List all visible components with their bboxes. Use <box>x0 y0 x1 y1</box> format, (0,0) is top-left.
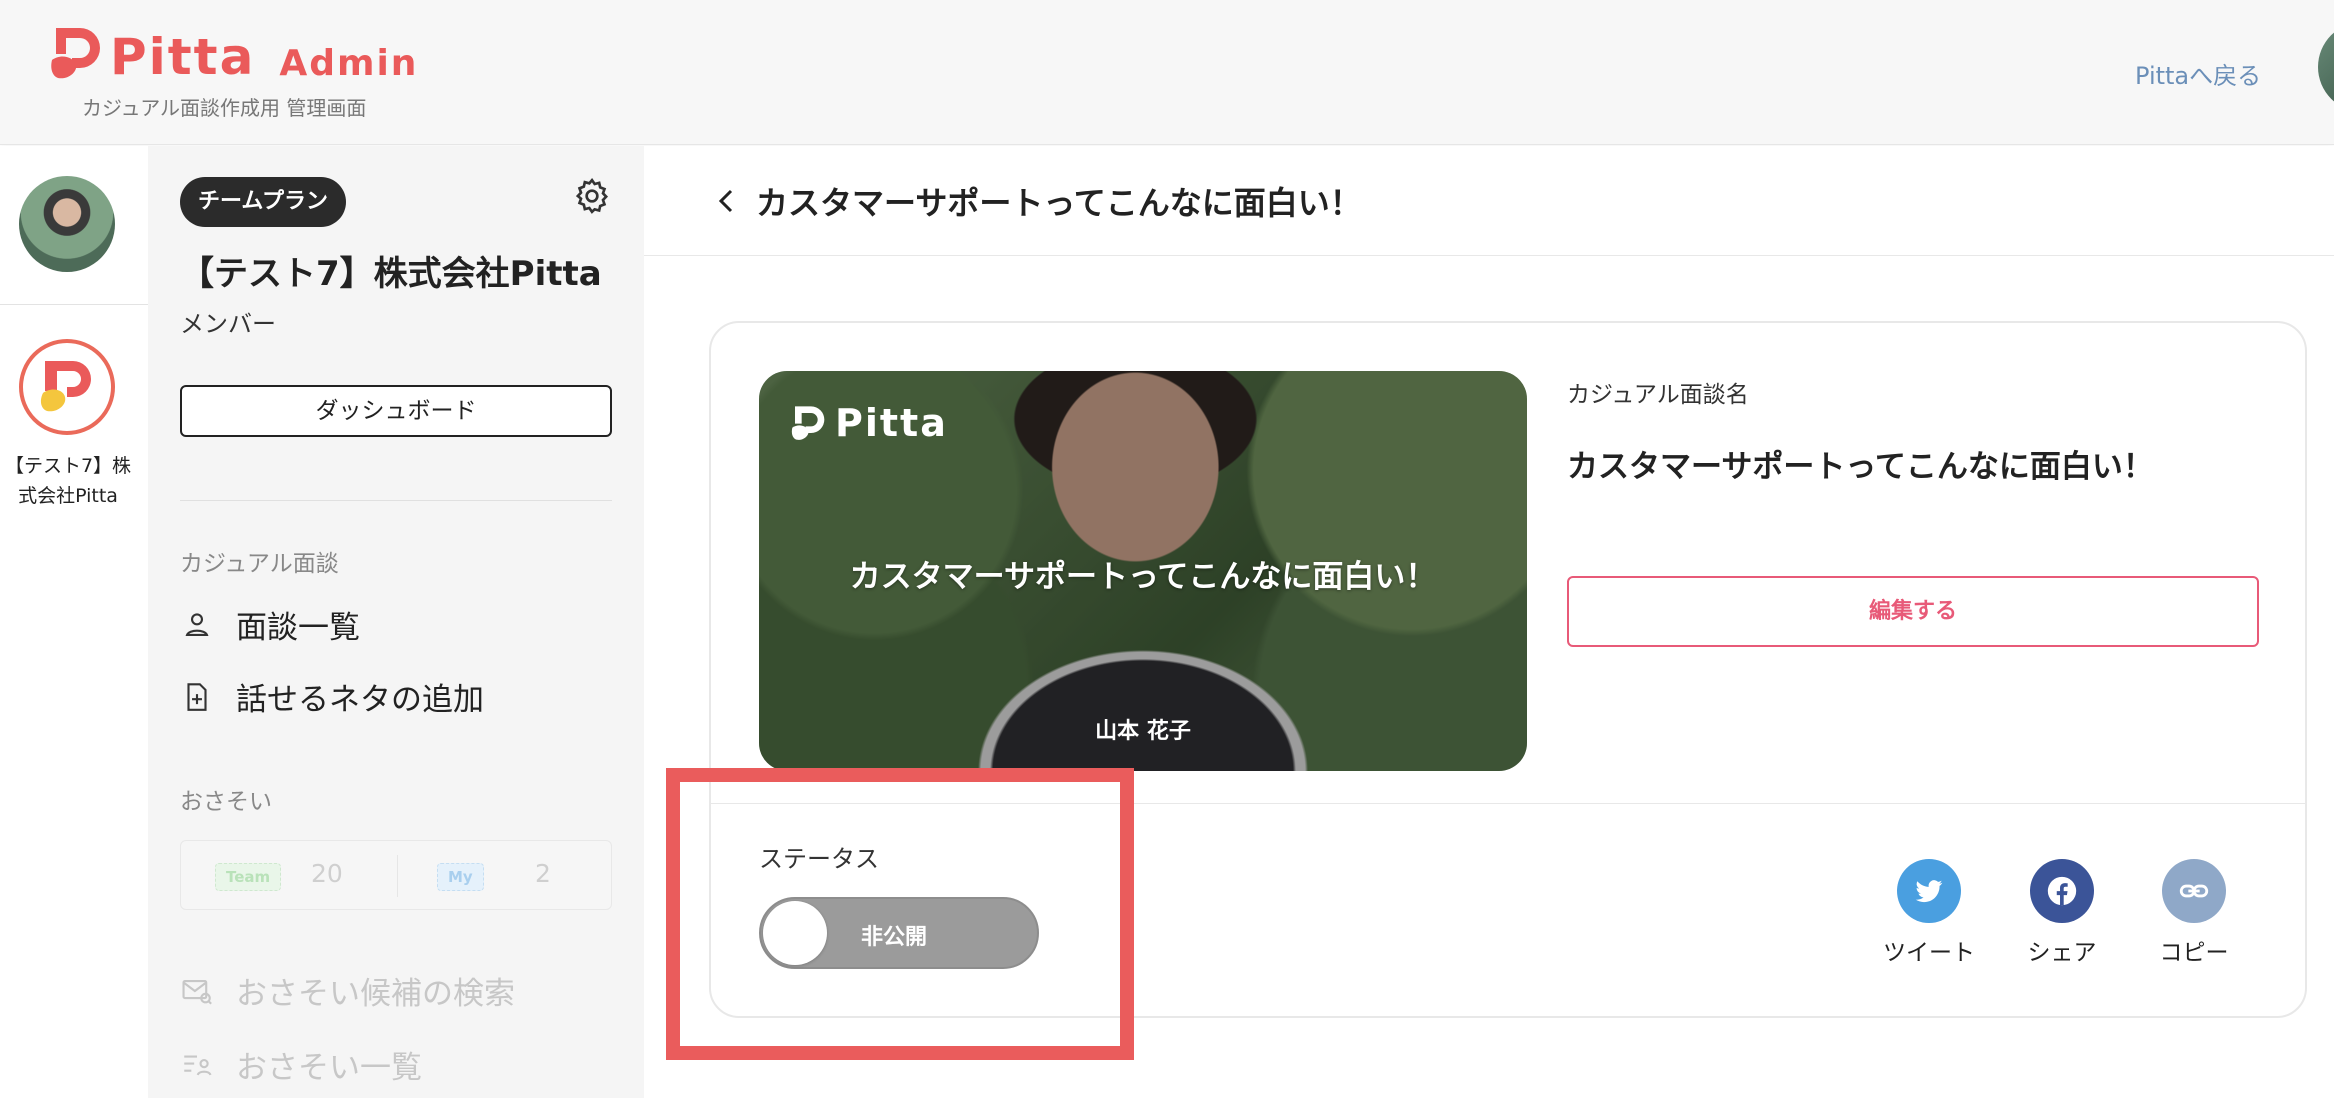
interview-name-label: カジュアル面談名 <box>1567 382 1749 408</box>
copy-label: コピー <box>2159 940 2229 966</box>
facebook-share-button[interactable]: シェア <box>2007 859 2117 967</box>
company-icon[interactable] <box>19 339 115 435</box>
brand-name: Pitta <box>110 28 256 86</box>
person-icon <box>180 608 214 642</box>
interview-thumbnail: Pitta カスタマーサポートってこんなに面白い！ 山本 花子 <box>759 371 1527 771</box>
company-label: 【テスト7】株式会社Pitta <box>4 455 132 507</box>
pitta-logo-icon <box>50 24 104 82</box>
nav-add-topic-label: 話せるネタの追加 <box>236 682 484 718</box>
osasoi-my-tag: My <box>437 863 484 891</box>
osasoi-divider <box>397 855 398 897</box>
gear-icon[interactable] <box>572 176 612 216</box>
osasoi-team-count: 20 <box>311 859 343 888</box>
thumbnail-logo: Pitta <box>791 401 948 445</box>
file-add-icon <box>180 680 214 714</box>
back-to-pitta-link[interactable]: Pittaへ戻る <box>2135 56 2261 91</box>
osasoi-my-count: 2 <box>535 859 551 888</box>
section-casual-interview: カジュアル面談 <box>180 551 339 577</box>
company-name: 【テスト7】株式会社Pitta <box>180 254 602 294</box>
plan-badge: チームプラン <box>180 177 347 227</box>
member-role: メンバー <box>180 310 276 338</box>
list-person-icon <box>180 1048 214 1082</box>
status-highlight-box <box>666 768 1134 1060</box>
nav-interview-list[interactable]: 面談一覧 <box>180 602 360 647</box>
nav-interview-list-label: 面談一覧 <box>236 610 360 646</box>
tweet-label: ツイート <box>1883 940 1975 966</box>
interview-name-value: カスタマーサポートってこんなに面白い！ <box>1567 449 2154 485</box>
link-icon <box>2162 859 2226 923</box>
header-subtitle: カジュアル面談作成用 管理画面 <box>82 96 367 120</box>
nav-osasoi-list[interactable]: おさそい一覧 <box>180 1042 422 1087</box>
nav-search-candidates-label: おさそい候補の検索 <box>236 976 515 1012</box>
main-header: カスタマーサポートってこんなに面白い！ <box>644 146 2334 256</box>
rail-divider <box>0 304 148 305</box>
mail-search-icon <box>180 974 214 1008</box>
nav-osasoi-list-label: おさそい一覧 <box>236 1050 422 1086</box>
edit-button[interactable]: 編集する <box>1567 576 2259 647</box>
brand-suffix: Admin <box>279 43 419 84</box>
copy-link-button[interactable]: コピー <box>2139 859 2249 967</box>
sidebar: チームプラン 【テスト7】株式会社Pitta メンバー ダッシュボード カジュア… <box>148 146 644 1098</box>
pitta-admin-logo[interactable]: Pitta Admin <box>50 24 418 82</box>
nav-add-topic[interactable]: 話せるネタの追加 <box>180 674 484 719</box>
user-avatar[interactable] <box>2318 22 2334 112</box>
thumbnail-title: カスタマーサポートってこんなに面白い！ <box>849 559 1437 595</box>
workspace-rail: 【テスト7】株式会社Pitta <box>0 146 148 1098</box>
nav-search-candidates[interactable]: おさそい候補の検索 <box>180 968 515 1013</box>
facebook-share-label: シェア <box>2027 940 2097 966</box>
page-title: カスタマーサポートってこんなに面白い！ <box>756 184 1362 222</box>
thumbnail-person-name: 山本 花子 <box>1095 719 1191 744</box>
thumbnail-logo-text: Pitta <box>835 401 948 445</box>
pitta-logo-icon <box>791 406 825 440</box>
osasoi-summary: Team 20 My 2 <box>180 840 612 910</box>
tweet-button[interactable]: ツイート <box>1874 859 1984 967</box>
top-header: Pitta Admin カジュアル面談作成用 管理画面 Pittaへ戻る <box>0 0 2334 145</box>
osasoi-team-tag: Team <box>215 863 282 891</box>
sidebar-divider <box>180 500 612 501</box>
twitter-icon <box>1897 859 1961 923</box>
section-osasoi: おさそい <box>180 789 272 815</box>
profile-avatar[interactable] <box>19 176 115 272</box>
chevron-left-icon[interactable] <box>714 186 738 216</box>
dashboard-button[interactable]: ダッシュボード <box>180 385 612 437</box>
facebook-icon <box>2030 859 2094 923</box>
